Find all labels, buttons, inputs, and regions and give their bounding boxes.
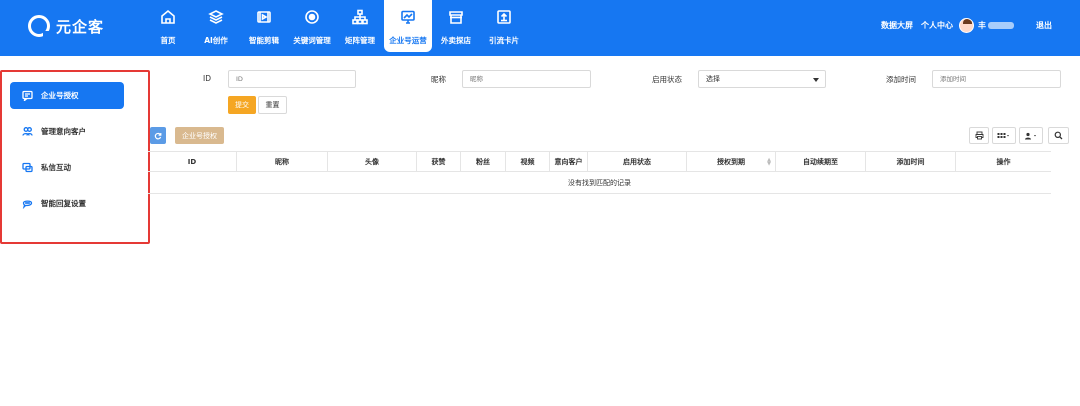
columns-button[interactable] [992, 127, 1016, 144]
dashboard-link[interactable]: 数据大屏 [881, 20, 913, 31]
nav-label: 智能剪辑 [249, 36, 279, 45]
column-header-auto-renew[interactable]: 自动续期至 [775, 152, 865, 171]
home-icon [159, 8, 177, 26]
username-text: 丰 [978, 21, 986, 30]
main-nav: 首页 AI创作 智能剪辑 关键词管理 矩阵管理 企业号运营 外卖探店 引流卡片 [144, 0, 528, 56]
logo-icon [28, 15, 51, 37]
store-icon [447, 8, 465, 26]
table-header: ID 昵称 头像 获赞 粉丝 视频 意向客户 启用状态 授权到期 ▲ ▼ 自动续期… [148, 151, 1051, 172]
chat-icon [22, 162, 33, 173]
column-header-status[interactable]: 启用状态 [587, 152, 686, 171]
printer-icon [975, 131, 983, 140]
nickname-label: 昵称 [431, 75, 446, 84]
column-header-likes[interactable]: 获赞 [416, 152, 460, 171]
column-header-actions[interactable]: 操作 [955, 152, 1051, 171]
username-redacted [988, 22, 1014, 29]
status-select-value: 选择 [706, 75, 720, 83]
avatar[interactable] [959, 18, 974, 33]
target-icon [303, 8, 321, 26]
nav-item-keywords[interactable]: 关键词管理 [288, 0, 336, 52]
upload-icon [495, 8, 513, 26]
header-user-area: 数据大屏 个人中心 丰 退出 [873, 18, 1052, 33]
nav-label: 引流卡片 [489, 36, 519, 45]
column-header-label: 授权到期 [717, 157, 745, 166]
sort-icon[interactable]: ▲ ▼ [767, 158, 771, 167]
refresh-icon [154, 132, 162, 139]
nav-label: 外卖探店 [441, 36, 471, 45]
reset-button[interactable]: 重置 [258, 96, 287, 114]
column-header-avatar[interactable]: 头像 [327, 152, 416, 171]
sitemap-icon [351, 8, 369, 26]
records-table: ID 昵称 头像 获赞 粉丝 视频 意向客户 启用状态 授权到期 ▲ ▼ 自动续期… [148, 151, 1051, 194]
nav-label: 关键词管理 [293, 36, 331, 45]
status-select[interactable]: 选择 [698, 70, 826, 88]
logout-link[interactable]: 退出 [1036, 20, 1052, 31]
column-header-nickname[interactable]: 昵称 [236, 152, 327, 171]
monitor-icon [399, 8, 417, 26]
print-button[interactable] [969, 127, 989, 144]
nav-label: AI创作 [204, 36, 228, 45]
sidebar-item-label: 智能回复设置 [41, 199, 86, 208]
time-label: 添加时间 [886, 75, 916, 84]
column-header-fans[interactable]: 粉丝 [460, 152, 505, 171]
video-icon [255, 8, 273, 26]
search-icon [1054, 131, 1063, 140]
column-header-videos[interactable]: 视频 [505, 152, 549, 171]
status-label: 启用状态 [652, 75, 682, 84]
sidebar: 企业号授权 管理意向客户 私信互动 智能回复设置 [0, 70, 150, 244]
column-header-add-time[interactable]: 添加时间 [865, 152, 955, 171]
grid-icon [997, 132, 1009, 138]
nickname-input[interactable] [462, 70, 591, 88]
sidebar-item-enterprise-auth[interactable]: 企业号授权 [10, 82, 124, 109]
users-icon [22, 126, 33, 137]
time-input[interactable] [932, 70, 1061, 88]
brand-logo[interactable]: 元企客 [28, 13, 104, 39]
nav-item-traffic-card[interactable]: 引流卡片 [480, 0, 528, 52]
sidebar-item-label: 私信互动 [41, 163, 71, 172]
sidebar-item-label: 企业号授权 [41, 91, 79, 100]
refresh-button[interactable] [150, 127, 166, 144]
nav-item-home[interactable]: 首页 [144, 0, 192, 52]
user-export-icon [1025, 132, 1036, 139]
column-header-intent-customers[interactable]: 意向客户 [549, 152, 587, 171]
enterprise-auth-button[interactable]: 企业号授权 [175, 127, 224, 144]
reply-icon [22, 198, 33, 209]
id-input[interactable] [228, 70, 356, 88]
top-header: 元企客 首页 AI创作 智能剪辑 关键词管理 矩阵管理 企业号运营 外卖探店 引… [0, 0, 1080, 56]
export-button[interactable] [1019, 127, 1043, 144]
nav-item-ai-create[interactable]: AI创作 [192, 0, 240, 52]
nav-item-food-store[interactable]: 外卖探店 [432, 0, 480, 52]
layers-icon [207, 8, 225, 26]
submit-button[interactable]: 提交 [228, 96, 256, 114]
id-label: ID [203, 74, 211, 83]
nav-item-smart-edit[interactable]: 智能剪辑 [240, 0, 288, 52]
nav-item-matrix[interactable]: 矩阵管理 [336, 0, 384, 52]
nav-label: 矩阵管理 [345, 36, 375, 45]
nav-label: 企业号运营 [389, 36, 427, 45]
brand-name: 元企客 [56, 17, 105, 36]
empty-message: 没有找到匹配的记录 [148, 172, 1051, 194]
auth-icon [22, 90, 33, 101]
username[interactable]: 丰 [978, 20, 1014, 31]
column-header-auth-expiry[interactable]: 授权到期 ▲ ▼ [686, 152, 775, 171]
nav-label: 首页 [160, 36, 176, 45]
chevron-down-icon [813, 78, 819, 82]
sidebar-item-private-message[interactable]: 私信互动 [10, 154, 124, 181]
sidebar-item-label: 管理意向客户 [41, 127, 86, 136]
profile-link[interactable]: 个人中心 [921, 20, 953, 31]
sidebar-item-smart-reply[interactable]: 智能回复设置 [10, 190, 124, 217]
nav-item-enterprise-ops[interactable]: 企业号运营 [384, 0, 432, 52]
column-header-id[interactable]: ID [148, 152, 236, 171]
search-toggle-button[interactable] [1048, 127, 1069, 144]
sidebar-item-intent-customers[interactable]: 管理意向客户 [10, 118, 124, 145]
